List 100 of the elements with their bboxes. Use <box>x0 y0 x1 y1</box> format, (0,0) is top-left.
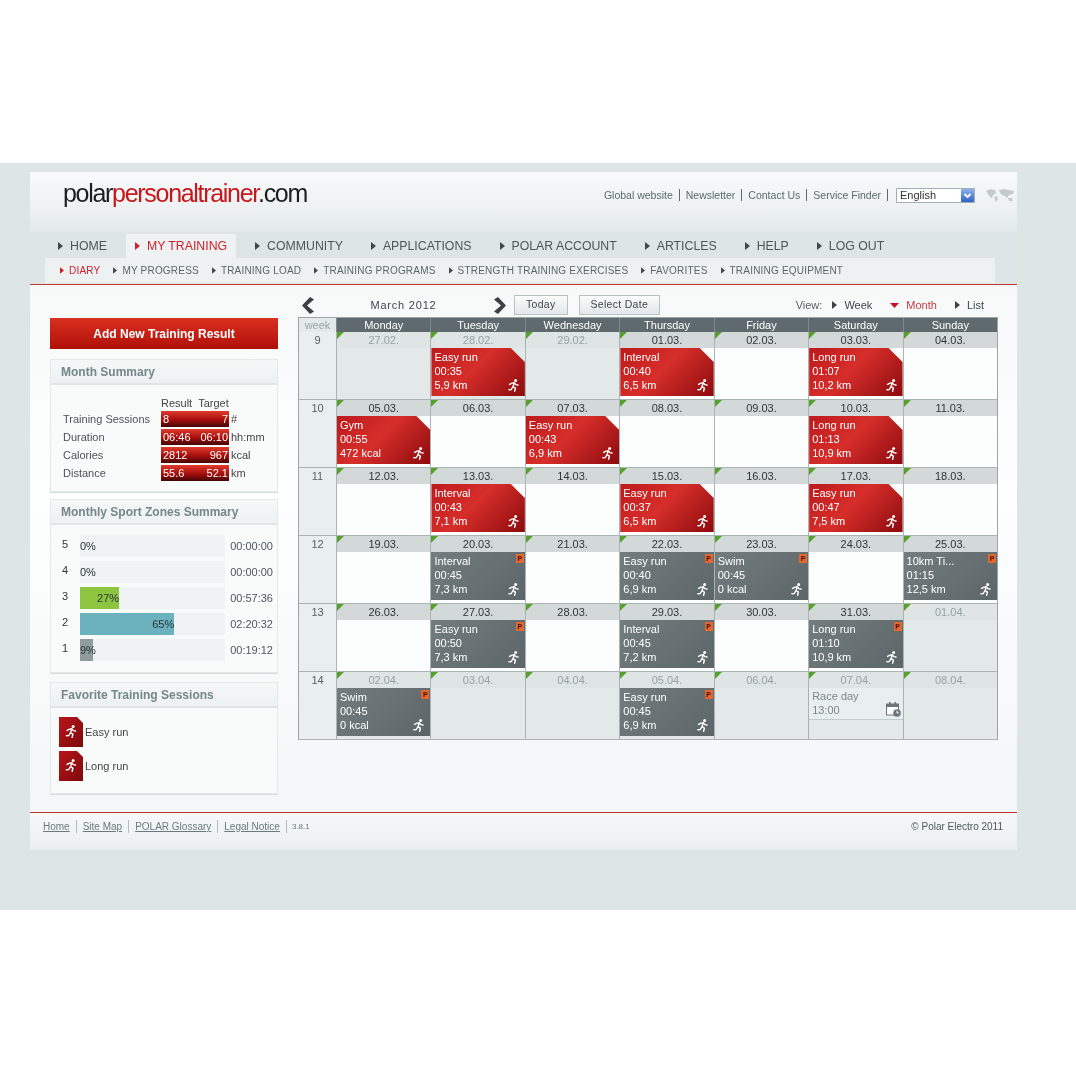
training-entry[interactable]: Long run 01:13 10,9 km <box>809 416 903 464</box>
zone-number: 2 <box>62 615 70 630</box>
training-entry[interactable]: Easy run 00:43 6,9 km <box>525 416 620 464</box>
select-date-button[interactable]: Select Date <box>578 295 661 315</box>
corner-flag-icon[interactable] <box>620 468 628 475</box>
favorite-session-link[interactable]: Long run <box>59 751 129 781</box>
caret-right-icon <box>641 267 646 274</box>
corner-flag-icon[interactable] <box>809 604 817 611</box>
nav-tab[interactable]: POLAR ACCOUNT <box>490 234 626 258</box>
corner-flag-icon[interactable] <box>809 400 817 407</box>
nav-tab[interactable]: ARTICLES <box>635 234 726 258</box>
corner-flag-icon[interactable] <box>809 536 817 543</box>
sub-nav-link[interactable]: TRAINING LOAD <box>211 263 302 278</box>
corner-flag-icon[interactable] <box>431 468 439 475</box>
training-entry[interactable]: Interval 00:43 7,1 km <box>431 484 525 532</box>
header-link[interactable]: Contact Us <box>742 189 808 201</box>
footer-link[interactable]: Site Map <box>75 820 129 833</box>
entry-detail: 7,2 km <box>623 650 657 664</box>
entry-detail: 12,5 km <box>906 582 946 596</box>
today-button[interactable]: Today <box>514 295 568 315</box>
corner-flag-icon[interactable] <box>431 672 439 679</box>
day-date: 26.03. <box>337 604 431 620</box>
training-entry[interactable]: Interval 00:40 6,5 km <box>620 348 714 396</box>
corner-flag-icon[interactable] <box>903 672 911 679</box>
training-entry[interactable]: Gym 00:55 472 kcal <box>337 416 431 464</box>
header-link[interactable]: Global website <box>597 189 680 201</box>
sub-nav-link[interactable]: FAVORITES <box>641 263 708 278</box>
corner-flag-icon[interactable] <box>809 468 817 475</box>
corner-flag-icon[interactable] <box>620 604 628 611</box>
corner-flag-icon[interactable] <box>525 400 533 407</box>
corner-flag-icon[interactable] <box>714 672 722 679</box>
corner-flag-icon[interactable] <box>714 400 722 407</box>
corner-flag-icon[interactable] <box>431 332 439 339</box>
nav-tab[interactable]: LOG OUT <box>807 234 894 258</box>
footer-link[interactable]: Legal Notice <box>217 820 286 833</box>
week-number: 10 <box>299 400 336 468</box>
corner-flag-icon[interactable] <box>337 468 344 475</box>
sub-nav-link[interactable]: MY PROGRESS <box>113 263 199 278</box>
corner-flag-icon[interactable] <box>714 468 722 475</box>
corner-flag-icon[interactable] <box>903 332 911 339</box>
corner-flag-icon[interactable] <box>809 672 817 679</box>
header-link[interactable]: Service Finder <box>807 189 888 201</box>
sub-nav-link[interactable]: TRAINING PROGRAMS <box>314 263 436 278</box>
nav-tab[interactable]: APPLICATIONS <box>361 234 481 258</box>
training-entry[interactable]: Easy run 00:37 6,5 km <box>620 484 714 532</box>
corner-flag-icon[interactable] <box>525 468 533 475</box>
view-option[interactable]: List <box>954 296 984 314</box>
add-training-button[interactable]: Add New Training Result <box>50 318 278 349</box>
corner-flag-icon[interactable] <box>714 536 722 543</box>
corner-flag-icon[interactable] <box>620 672 628 679</box>
corner-flag-icon[interactable] <box>903 468 911 475</box>
corner-flag-icon[interactable] <box>620 536 628 543</box>
previous-month-button[interactable] <box>300 295 315 315</box>
corner-flag-icon[interactable] <box>620 400 628 407</box>
corner-flag-icon[interactable] <box>714 604 722 611</box>
corner-flag-icon[interactable] <box>903 604 911 611</box>
corner-flag-icon[interactable] <box>525 536 533 543</box>
favorite-session-link[interactable]: Easy run <box>59 717 129 747</box>
corner-flag-icon[interactable] <box>337 672 344 679</box>
corner-flag-icon[interactable] <box>620 332 628 339</box>
calendar-clock-icon <box>885 702 901 717</box>
corner-flag-icon[interactable] <box>903 536 911 543</box>
sub-nav-link[interactable]: STRENGTH TRAINING EXERCISES <box>448 263 629 278</box>
sub-nav-link[interactable]: DIARY <box>60 263 101 278</box>
corner-flag-icon[interactable] <box>431 400 439 407</box>
nav-tab[interactable]: COMMUNITY <box>246 234 352 258</box>
footer-link[interactable]: POLAR Glossary <box>128 820 218 833</box>
training-entry[interactable]: Easy run 00:47 7,5 km <box>809 484 903 532</box>
view-option[interactable]: Week <box>832 296 873 314</box>
corner-flag-icon[interactable] <box>337 332 344 339</box>
corner-flag-icon[interactable] <box>903 400 911 407</box>
world-map-icon[interactable] <box>985 188 1015 202</box>
corner-flag-icon[interactable] <box>809 332 817 339</box>
site-logo[interactable]: polarpersonaltrainer.com <box>63 178 307 208</box>
nav-tab[interactable]: HOME <box>49 234 116 258</box>
caret-right-icon <box>744 242 750 250</box>
corner-flag-icon[interactable] <box>337 536 344 543</box>
corner-flag-icon[interactable] <box>525 672 533 679</box>
caret-right-icon <box>720 267 725 274</box>
entry-title: Easy run <box>623 554 667 568</box>
corner-flag-icon[interactable] <box>337 604 344 611</box>
corner-flag-icon[interactable] <box>431 536 439 543</box>
language-select[interactable]: English <box>896 187 975 203</box>
view-option[interactable]: Month <box>890 296 937 314</box>
target-value: 52.1 <box>206 465 228 481</box>
next-month-button[interactable] <box>492 295 507 315</box>
header-link[interactable]: Newsletter <box>679 189 743 201</box>
appointment-entry[interactable]: Race day 13:00 <box>809 688 903 720</box>
nav-tab[interactable]: MY TRAINING <box>125 234 237 258</box>
nav-tab[interactable]: HELP <box>735 234 798 258</box>
training-entry[interactable]: Long run 01:07 10,2 km <box>809 348 903 396</box>
corner-flag-icon[interactable] <box>525 332 533 339</box>
entry-title: Interval <box>434 554 471 568</box>
corner-flag-icon[interactable] <box>714 332 722 339</box>
training-entry[interactable]: Easy run 00:35 5,9 km <box>431 348 525 396</box>
sub-nav-link[interactable]: TRAINING EQUIPMENT <box>720 263 844 278</box>
corner-flag-icon[interactable] <box>525 604 533 611</box>
footer-link[interactable]: Home <box>37 820 76 833</box>
corner-flag-icon[interactable] <box>337 400 344 407</box>
corner-flag-icon[interactable] <box>431 604 439 611</box>
